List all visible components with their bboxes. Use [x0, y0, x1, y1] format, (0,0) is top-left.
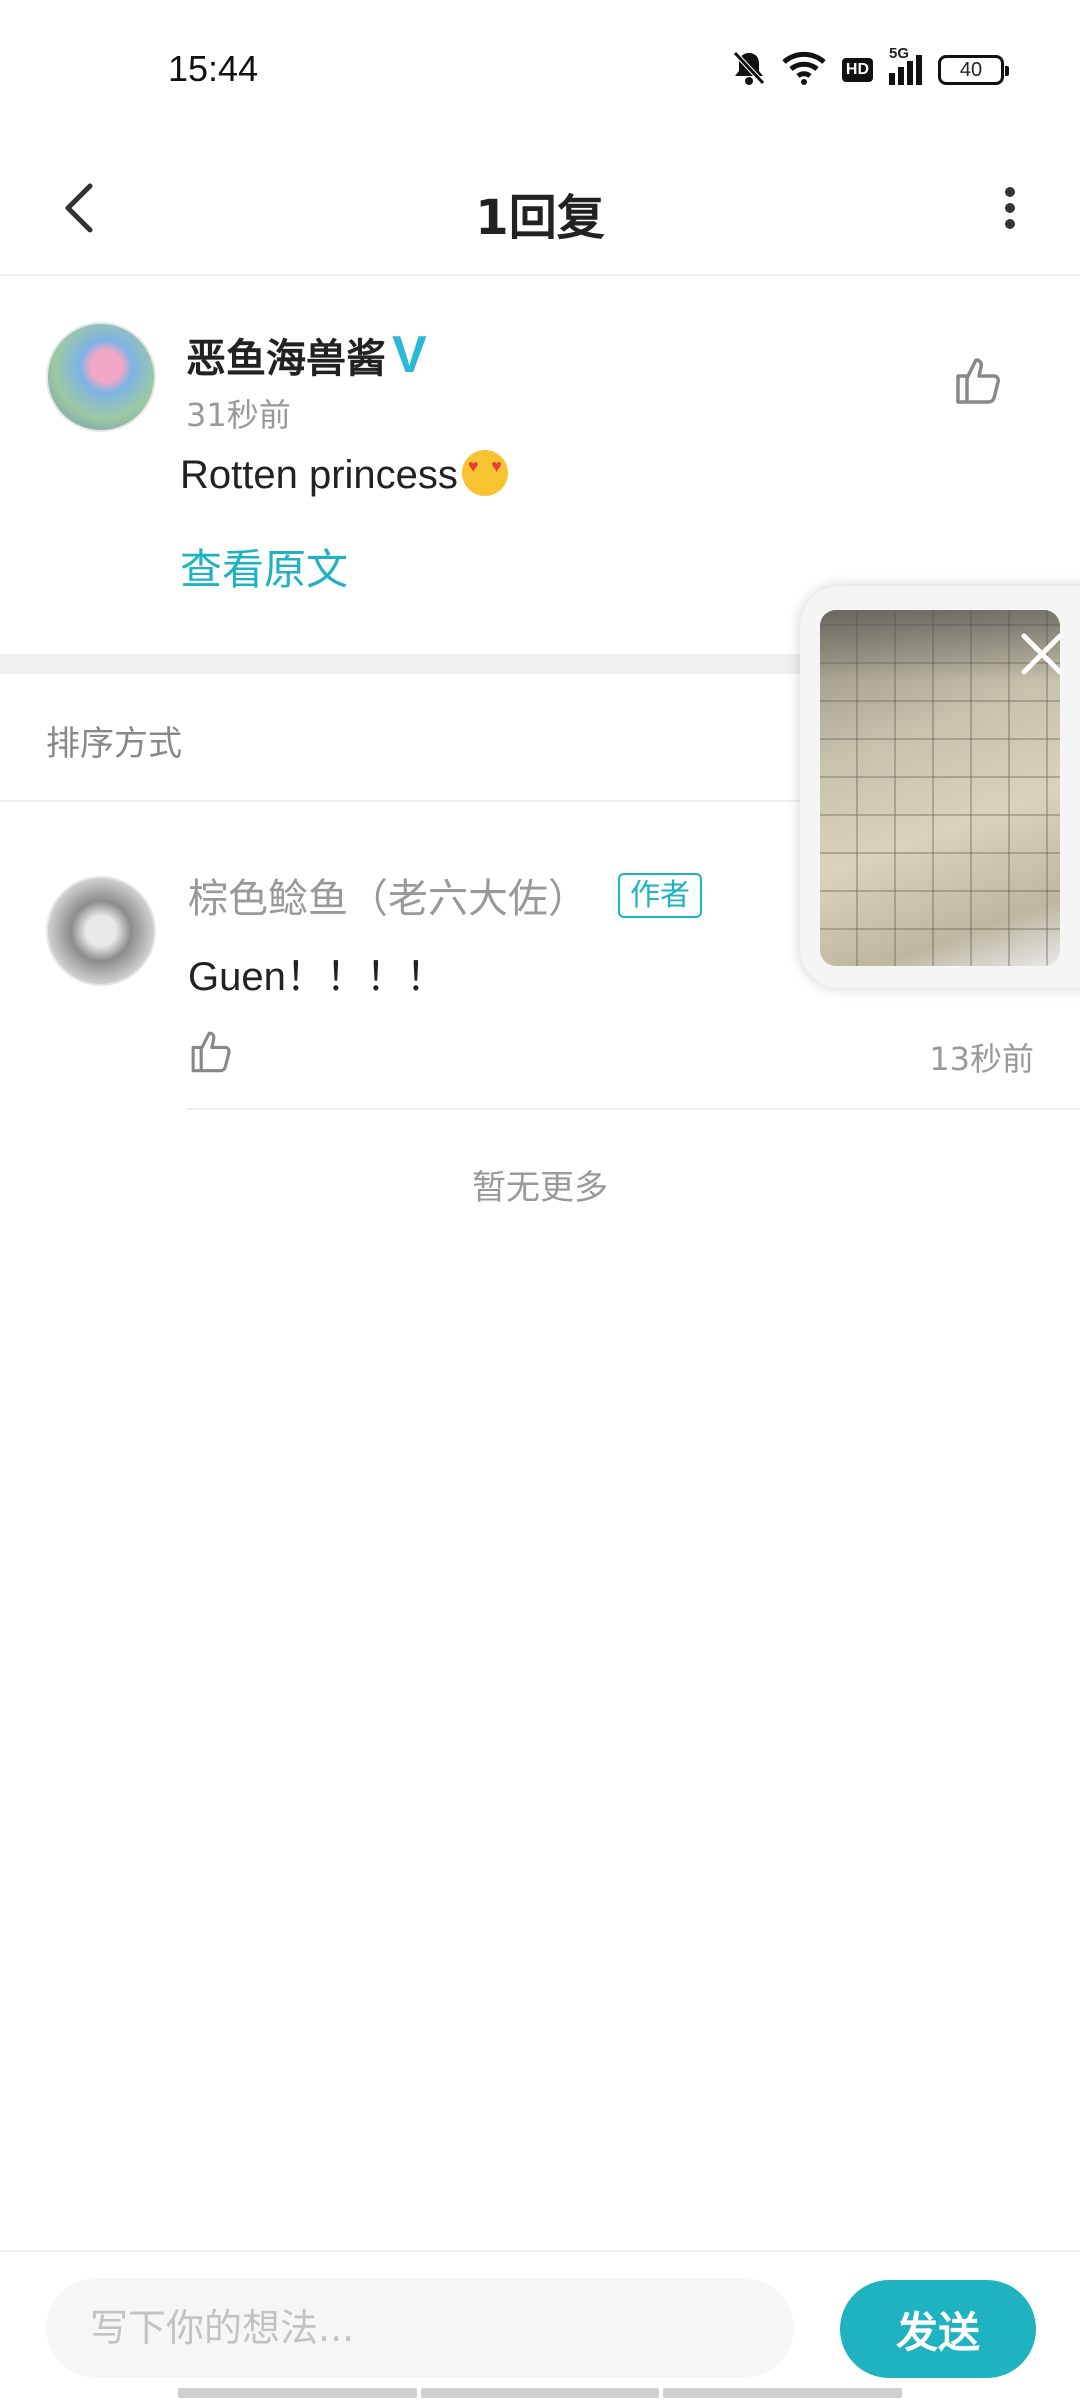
avatar[interactable]	[46, 322, 156, 432]
comment-input[interactable]	[46, 2278, 794, 2378]
reply-username-text: 棕色鲶鱼（老六大佐）	[188, 876, 588, 922]
reply-like-button[interactable]	[186, 1026, 236, 1076]
close-button[interactable]	[1012, 624, 1072, 684]
network-type-label: 5G	[889, 45, 910, 62]
view-original-link[interactable]: 查看原文	[180, 536, 348, 597]
reply-divider	[186, 1108, 1080, 1110]
sort-label[interactable]: 排序方式	[46, 716, 182, 765]
battery-level: 40	[959, 58, 983, 81]
reply-time: 13秒前	[929, 1040, 1034, 1078]
main-username[interactable]: 恶鱼海兽酱 V	[186, 326, 427, 384]
heart-eyes-emoji-icon	[461, 450, 508, 496]
thumbs-up-icon	[956, 358, 1000, 404]
reply-avatar[interactable]	[46, 876, 156, 986]
bell-muted-icon	[732, 50, 766, 90]
signal-icon: 5G	[889, 45, 922, 85]
page-title: 1回复	[475, 190, 605, 246]
reply-text: Guen！！！！	[188, 955, 446, 999]
reply-username[interactable]: 棕色鲶鱼（老六大佐） 作者	[188, 866, 702, 924]
more-button[interactable]	[970, 168, 1050, 248]
author-badge: 作者	[618, 872, 702, 918]
header: 1回复	[0, 140, 1080, 276]
no-more-text: 暂无更多	[472, 1168, 608, 1208]
verified-icon: V	[392, 326, 427, 384]
floating-video-window[interactable]	[800, 586, 1080, 988]
status-icons: HD 5G 40	[732, 45, 1009, 90]
comment-text: Rotten princess	[180, 450, 508, 498]
battery-icon: 40	[938, 55, 1009, 85]
more-vertical-icon	[1005, 187, 1015, 229]
status-bar: 15:44 HD 5G 40	[0, 0, 1080, 140]
navigation-handle[interactable]	[178, 2388, 903, 2398]
thumbs-up-icon	[191, 1031, 231, 1073]
wifi-icon	[782, 51, 826, 89]
send-button[interactable]: 发送	[840, 2280, 1036, 2378]
hd-icon: HD	[841, 58, 873, 82]
comment-input-bar: 发送	[0, 2250, 1080, 2400]
comment-time: 31秒前	[186, 396, 291, 434]
username-text: 恶鱼海兽酱	[186, 336, 386, 382]
like-button[interactable]	[950, 352, 1006, 408]
status-time: 15:44	[168, 48, 259, 89]
close-icon	[1021, 633, 1063, 675]
comment-text-content: Rotten princess	[180, 453, 458, 497]
